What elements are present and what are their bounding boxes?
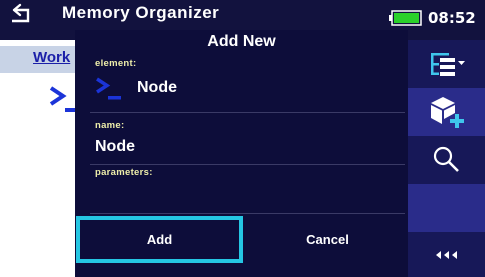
name-label: name: [95,120,125,131]
search-button[interactable] [408,136,485,184]
search-icon [433,146,459,172]
cancel-button[interactable]: Cancel [247,216,408,263]
back-button[interactable] [6,2,36,32]
element-field[interactable]: Node [137,79,177,97]
battery-icon [388,10,422,26]
app-title: Memory Organizer [62,3,220,22]
divider [90,112,405,113]
back-arrow-icon [12,3,30,23]
empty-toolbar-slot [408,184,485,232]
breadcrumb[interactable]: Work [33,49,70,66]
terminal-prompt-icon [94,75,130,103]
add-object-icon [430,97,464,128]
dialog-title: Add New [207,33,276,50]
add-button[interactable]: Add [76,216,243,263]
name-field[interactable]: Node [95,138,135,156]
tree-structure-icon [430,53,465,76]
add-object-button[interactable] [408,88,485,136]
element-label: element: [95,58,137,69]
more-button[interactable] [408,232,485,277]
divider [90,213,405,214]
divider [90,164,405,165]
more-icon [435,250,457,259]
clock: 08:52 [428,9,476,27]
parameters-label: parameters: [95,167,153,178]
tree-structure-button[interactable] [408,40,485,88]
